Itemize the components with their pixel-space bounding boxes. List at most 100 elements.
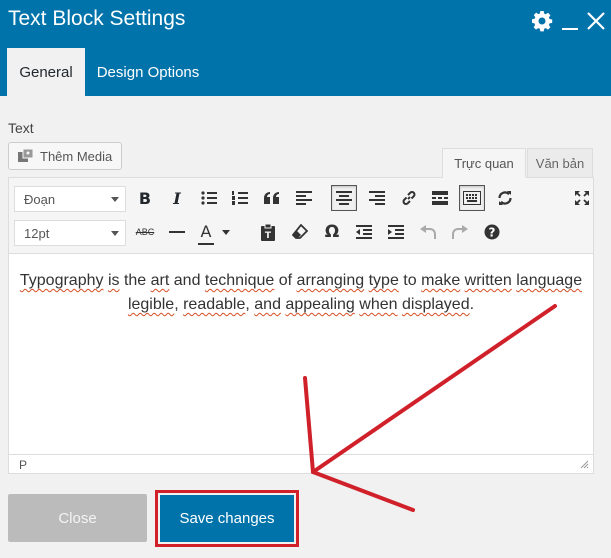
format-select[interactable]: Đoạn	[14, 186, 126, 212]
paste-text-icon: T	[261, 223, 275, 241]
align-left-button[interactable]	[291, 185, 317, 211]
align-right-icon	[369, 191, 385, 205]
save-changes-button[interactable]: Save changes	[160, 495, 294, 542]
refresh-button[interactable]	[492, 185, 518, 211]
clear-format-icon	[292, 224, 308, 239]
close-icon[interactable]	[585, 10, 607, 32]
tab-visual-editor[interactable]: Trực quan	[442, 148, 526, 178]
numbered-list-icon	[232, 191, 248, 205]
strikethrough-button[interactable]: ABC	[132, 219, 158, 245]
fullscreen-icon	[575, 191, 589, 205]
help-icon: ?	[484, 224, 500, 240]
numbered-list-button[interactable]	[227, 185, 253, 211]
toolbar-toggle-button[interactable]	[459, 185, 485, 211]
indent-icon	[388, 225, 404, 239]
paste-text-button[interactable]: T	[255, 219, 281, 245]
content-word: legible	[127, 296, 175, 313]
italic-button[interactable]: I	[164, 185, 190, 211]
content-text: to	[398, 272, 422, 289]
clear-formatting-button[interactable]	[287, 219, 313, 245]
indent-button[interactable]	[383, 219, 409, 245]
content-word: art	[150, 272, 170, 289]
bullet-list-icon	[201, 191, 217, 205]
content-word: language	[516, 272, 583, 289]
content-text: and	[169, 272, 205, 289]
editor-statusbar: P	[9, 454, 593, 473]
align-right-button[interactable]	[364, 185, 390, 211]
format-select-value: Đoạn	[24, 192, 56, 207]
svg-text:T: T	[265, 231, 272, 241]
tab-text-editor[interactable]: Văn bản	[527, 148, 593, 178]
rich-text-editor: Đoạn 12pt B I ABC A T Ω ? Typography is …	[8, 177, 594, 474]
tab-design-options[interactable]: Design Options	[87, 48, 209, 96]
content-word: readable	[183, 296, 246, 313]
undo-icon	[420, 225, 436, 239]
add-media-label: Thêm Media	[40, 148, 113, 164]
dialog-title: Text Block Settings	[8, 7, 186, 30]
tab-general[interactable]: General	[7, 48, 85, 96]
insert-link-button[interactable]	[396, 185, 422, 211]
content-word: when	[359, 296, 398, 313]
content-word: arranging	[296, 272, 365, 289]
content-text: ,	[245, 296, 255, 313]
content-word: and	[254, 296, 281, 313]
gear-icon[interactable]	[531, 10, 553, 32]
content-word: type	[368, 272, 399, 289]
content-word: displayed	[401, 296, 470, 313]
add-media-button[interactable]: Thêm Media	[8, 142, 122, 170]
bold-button[interactable]: B	[132, 185, 158, 211]
content-word: Typography	[19, 272, 104, 289]
chevron-down-icon	[111, 231, 119, 236]
font-size-select[interactable]: 12pt	[14, 220, 126, 246]
align-center-icon	[336, 191, 352, 205]
align-center-button[interactable]	[331, 185, 357, 211]
align-left-icon	[296, 191, 312, 205]
strikethrough-icon: ABC	[135, 227, 155, 237]
bullet-list-button[interactable]	[196, 185, 222, 211]
outdent-icon	[356, 225, 372, 239]
content-text: ,	[174, 296, 184, 313]
special-character-button[interactable]: Ω	[319, 219, 345, 245]
outdent-button[interactable]	[351, 219, 377, 245]
help-button[interactable]: ?	[479, 219, 505, 245]
resize-handle-icon[interactable]	[580, 460, 589, 469]
read-more-button[interactable]	[427, 185, 453, 211]
text-field-label: Text	[8, 120, 34, 136]
svg-text:?: ?	[489, 226, 496, 240]
close-button[interactable]: Close	[8, 494, 147, 542]
read-more-icon	[432, 191, 448, 205]
font-size-select-value: 12pt	[24, 226, 50, 241]
special-char-icon: Ω	[324, 222, 340, 242]
content-word: is	[107, 272, 120, 289]
blockquote-button[interactable]	[259, 185, 285, 211]
content-word: appealing	[285, 296, 355, 313]
dialog-header: Text Block Settings General Design Optio…	[0, 0, 611, 96]
blockquote-icon	[264, 192, 279, 204]
content-word: make	[421, 272, 461, 289]
chevron-down-icon	[222, 229, 230, 235]
bold-icon: B	[138, 188, 152, 208]
link-icon	[402, 191, 416, 205]
content-text: of	[274, 272, 297, 289]
media-icon	[18, 148, 34, 162]
content-text: .	[469, 296, 475, 313]
text-color-button[interactable]: A	[196, 219, 238, 245]
minimize-icon[interactable]	[559, 10, 581, 32]
redo-button[interactable]	[447, 219, 473, 245]
content-line-1: Typography is the art and technique of a…	[17, 269, 585, 293]
text-color-swatch	[198, 243, 214, 245]
fullscreen-button[interactable]	[569, 185, 595, 211]
undo-button[interactable]	[415, 219, 441, 245]
content-word: technique	[204, 272, 275, 289]
content-word: written	[464, 272, 512, 289]
text-color-icon: A	[196, 222, 216, 245]
element-path[interactable]: P	[19, 458, 27, 472]
content-text: the	[119, 272, 151, 289]
editor-toolbar: Đoạn 12pt B I ABC A T Ω ?	[9, 178, 593, 254]
chevron-down-icon	[111, 197, 119, 202]
horizontal-line-button[interactable]	[164, 219, 190, 245]
horizontal-line-icon	[169, 231, 185, 233]
refresh-icon	[498, 191, 512, 205]
text-color-letter: A	[200, 222, 212, 241]
editor-content[interactable]: Typography is the art and technique of a…	[9, 269, 593, 317]
